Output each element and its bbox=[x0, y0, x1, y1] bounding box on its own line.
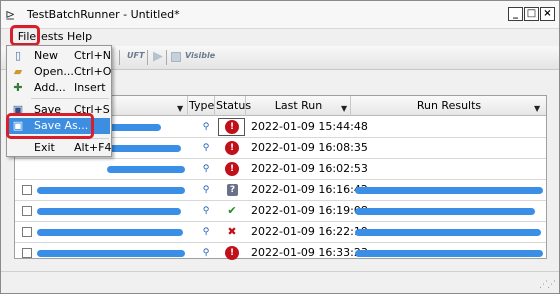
row-checkbox[interactable] bbox=[22, 227, 32, 237]
file-menu-callout bbox=[10, 25, 40, 46]
redacted-run-results bbox=[355, 187, 543, 194]
last-run-cell: 2022-01-09 16:33:23 bbox=[251, 246, 368, 259]
redacted-test-name bbox=[37, 229, 183, 236]
redacted-test-name bbox=[37, 187, 185, 194]
column-header-label: Run Results bbox=[416, 99, 482, 112]
app-window: ⊵ TestBatchRunner - Untitled* _ □ × File… bbox=[0, 0, 560, 294]
column-header-label: Last Run bbox=[274, 99, 323, 112]
title-bar[interactable]: ⊵ TestBatchRunner - Untitled* _ □ × bbox=[1, 1, 559, 29]
redacted-test-name bbox=[107, 124, 161, 131]
toolbar-separator bbox=[119, 50, 120, 65]
error-status-icon: ! bbox=[225, 162, 239, 176]
test-type-icon: ⚲ bbox=[202, 122, 210, 132]
resize-grip-icon[interactable]: ⋰⋰ bbox=[539, 280, 556, 290]
error-status-icon: ! bbox=[225, 120, 239, 134]
menu-item-label: New bbox=[34, 49, 58, 62]
test-type-icon: ⚲ bbox=[202, 206, 210, 216]
menu-item-shortcut: Alt+F4 bbox=[74, 141, 112, 154]
menu-item-shortcut: Ctrl+N bbox=[74, 49, 112, 62]
menu-item-new[interactable]: ▯ New Ctrl+N bbox=[8, 48, 112, 64]
error-status-icon: ! bbox=[225, 141, 239, 155]
redacted-test-name bbox=[107, 145, 181, 152]
last-run-cell: 2022-01-09 16:16:42 bbox=[251, 183, 368, 196]
menu-item-shortcut: Insert bbox=[74, 81, 106, 94]
filter-icon[interactable]: ▼ bbox=[534, 99, 540, 119]
add-test-icon: ✚ bbox=[13, 81, 23, 94]
failed-status-icon: ✖ bbox=[227, 225, 237, 238]
last-run-cell: 2022-01-09 16:08:35 bbox=[251, 141, 368, 154]
column-header-last-run[interactable]: Last Run ▼ bbox=[247, 96, 351, 116]
menu-item-shortcut: Ctrl+O bbox=[74, 65, 112, 78]
toolbar-separator bbox=[166, 50, 167, 65]
row-checkbox[interactable] bbox=[22, 248, 32, 258]
save-as-callout bbox=[6, 113, 94, 139]
menu-item-exit[interactable]: Exit Alt+F4 bbox=[8, 140, 112, 156]
menu-separator bbox=[31, 98, 109, 99]
table-row[interactable]: ⚲ ✔ 2022-01-09 16:19:08 bbox=[15, 201, 546, 222]
menu-item-label: Exit bbox=[34, 141, 55, 154]
table-row[interactable]: ⚲ ✖ 2022-01-09 16:22:19 bbox=[15, 222, 546, 243]
minimize-button[interactable]: _ bbox=[508, 7, 523, 21]
redacted-run-results bbox=[355, 208, 535, 215]
visible-label: Visible bbox=[185, 51, 216, 60]
redacted-test-name bbox=[37, 250, 185, 257]
menu-help[interactable]: Help bbox=[67, 30, 92, 44]
run-icon[interactable]: ▶ bbox=[153, 49, 163, 65]
table-row[interactable]: ⚲ ! 2022-01-09 16:02:53 bbox=[15, 159, 546, 180]
redacted-run-results bbox=[355, 229, 541, 236]
table-row[interactable]: ⚲ ! 2022-01-09 16:33:23 bbox=[15, 243, 546, 264]
maximize-button[interactable]: □ bbox=[524, 7, 539, 21]
menu-item-label: Add... bbox=[34, 81, 66, 94]
row-checkbox[interactable] bbox=[22, 206, 32, 216]
menu-item-open[interactable]: ▰ Open... Ctrl+O bbox=[8, 64, 112, 80]
test-type-icon: ⚲ bbox=[202, 185, 210, 195]
filter-icon[interactable]: ▼ bbox=[177, 99, 183, 119]
window-title: TestBatchRunner - Untitled* bbox=[27, 8, 180, 21]
menu-tests[interactable]: ests bbox=[41, 30, 64, 44]
row-checkbox[interactable] bbox=[22, 185, 32, 195]
filter-icon[interactable]: ▼ bbox=[341, 99, 347, 119]
column-header-run-results[interactable]: Run Results ▼ bbox=[352, 96, 546, 116]
redacted-test-name bbox=[37, 208, 181, 215]
passed-status-icon: ✔ bbox=[227, 204, 237, 217]
column-header-status[interactable]: Status bbox=[216, 96, 251, 116]
open-folder-icon: ▰ bbox=[13, 65, 23, 78]
status-bar: ⋰⋰ bbox=[1, 271, 559, 293]
visible-checkbox[interactable] bbox=[171, 52, 181, 62]
last-run-cell: 2022-01-09 16:02:53 bbox=[251, 162, 368, 175]
last-run-cell: 2022-01-09 16:22:19 bbox=[251, 225, 368, 238]
uft-button[interactable]: UFT bbox=[127, 51, 144, 60]
redacted-run-results bbox=[355, 250, 543, 257]
toolbar-separator bbox=[147, 50, 148, 65]
redacted-test-name bbox=[107, 166, 185, 173]
menu-bar: File ests Help bbox=[1, 29, 559, 45]
close-button[interactable]: × bbox=[540, 7, 555, 21]
column-header-type[interactable]: Type bbox=[189, 96, 215, 116]
test-type-icon: ⚲ bbox=[202, 164, 210, 174]
test-type-icon: ⚲ bbox=[202, 227, 210, 237]
test-type-icon: ⚲ bbox=[202, 143, 210, 153]
menu-item-label: Open... bbox=[34, 65, 74, 78]
new-file-icon: ▯ bbox=[14, 49, 22, 62]
error-status-icon: ! bbox=[225, 246, 239, 260]
last-run-cell: 2022-01-09 15:44:48 bbox=[251, 120, 368, 133]
test-type-icon: ⚲ bbox=[202, 248, 210, 258]
last-run-cell: 2022-01-09 16:19:08 bbox=[251, 204, 368, 217]
table-row[interactable]: ⚲ ? 2022-01-09 16:16:42 bbox=[15, 180, 546, 201]
file-menu: ▯ New Ctrl+N ▰ Open... Ctrl+O ✚ Add... I… bbox=[6, 45, 112, 157]
batch-runner-icon: ⊵ bbox=[5, 8, 16, 22]
unknown-status-icon: ? bbox=[227, 184, 238, 196]
menu-item-add[interactable]: ✚ Add... Insert bbox=[8, 80, 110, 96]
